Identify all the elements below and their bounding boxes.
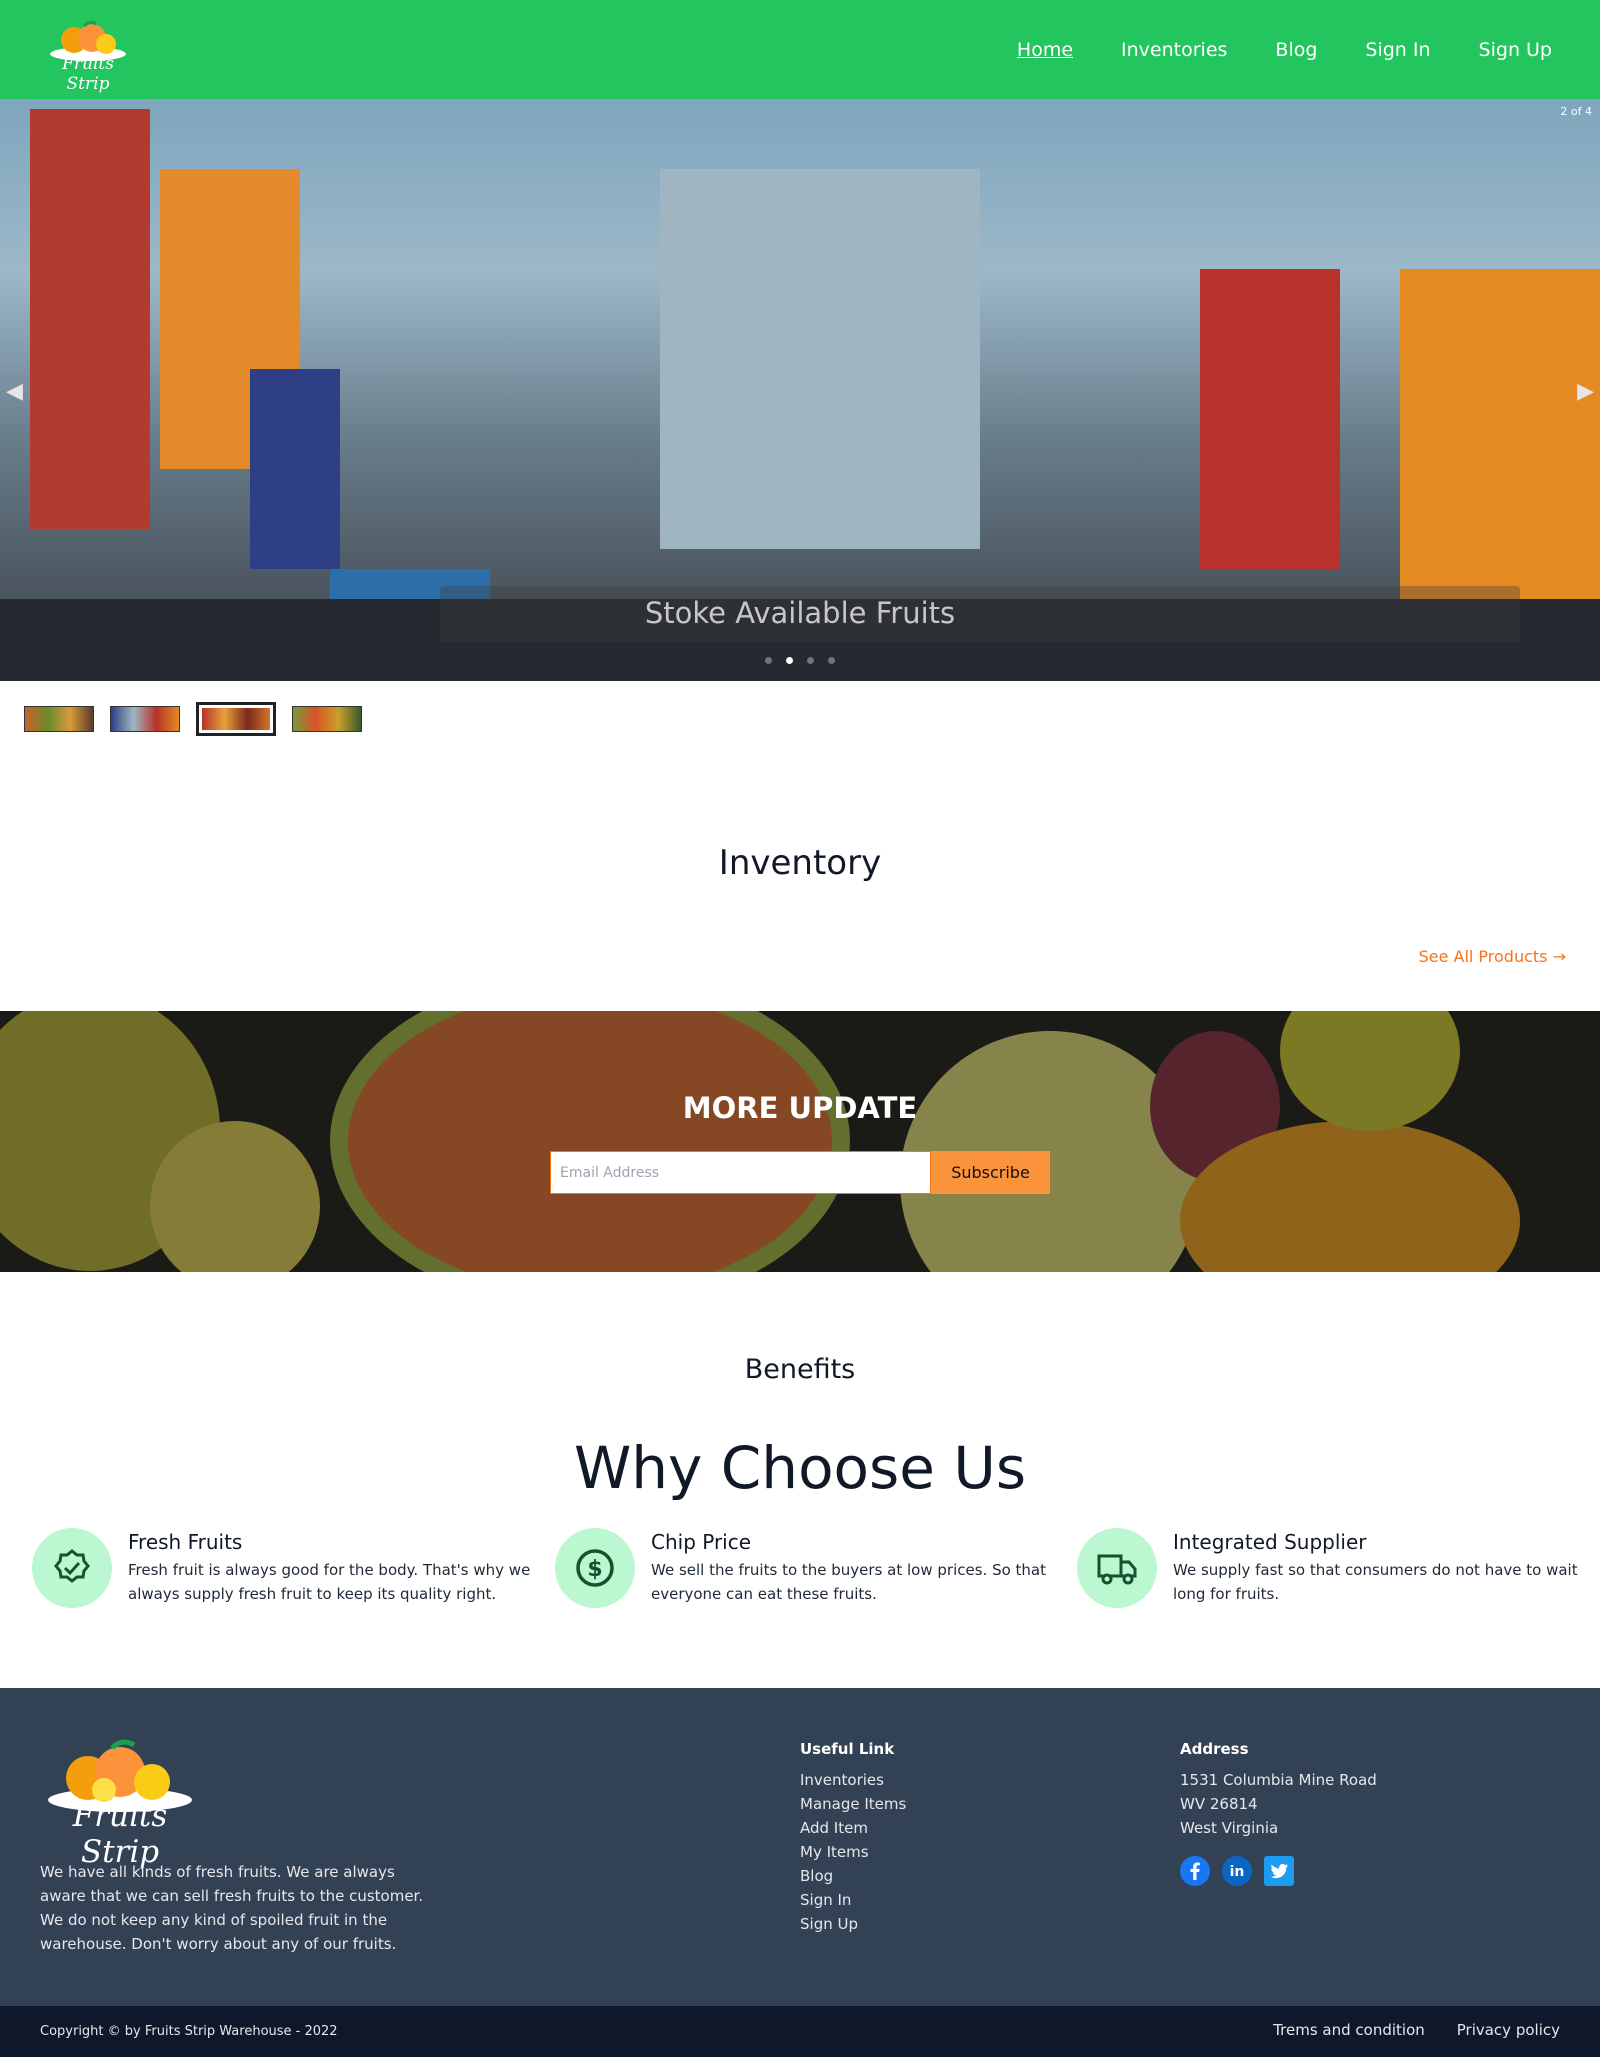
- crate-stack-red-right: [1200, 269, 1340, 569]
- brand-logo[interactable]: Fruits Strip: [44, 18, 132, 94]
- nav-sign-in[interactable]: Sign In: [1365, 39, 1430, 61]
- email-input[interactable]: [550, 1151, 931, 1194]
- benefit-title: Integrated Supplier: [1173, 1530, 1367, 1554]
- thumbnail-1[interactable]: [24, 706, 94, 732]
- benefits-eyebrow: Benefits: [744, 1354, 856, 1385]
- inventory-title: Inventory: [718, 843, 882, 883]
- slide-indicators: [0, 657, 1600, 664]
- benefit-title: Fresh Fruits: [128, 1530, 243, 1554]
- terms-link[interactable]: Trems and condition: [1273, 2021, 1425, 2039]
- footer-link-sign-up[interactable]: Sign Up: [800, 1912, 906, 1936]
- footer-link-sign-in[interactable]: Sign In: [800, 1888, 906, 1912]
- nav-blog[interactable]: Blog: [1275, 39, 1317, 61]
- brand-name: Fruits Strip: [62, 54, 114, 94]
- address-title: Address: [1180, 1740, 1249, 1758]
- benefit-description: We supply fast so that consumers do not …: [1173, 1561, 1578, 1603]
- footer-link-blog[interactable]: Blog: [800, 1864, 906, 1888]
- see-all-products-link[interactable]: See All Products →: [1419, 947, 1566, 966]
- slide-thumbnails: [24, 702, 362, 736]
- newsletter-banner: MORE UPDATE Subscribe: [0, 1011, 1600, 1272]
- facebook-icon[interactable]: [1180, 1856, 1210, 1886]
- footer-link-add-item[interactable]: Add Item: [800, 1816, 906, 1840]
- footer-link-my-items[interactable]: My Items: [800, 1840, 906, 1864]
- address-line: WV 26814: [1180, 1795, 1258, 1813]
- truck-icon: [1077, 1528, 1157, 1608]
- prev-slide-button[interactable]: ◀: [6, 379, 23, 404]
- social-links: in: [1180, 1856, 1294, 1886]
- footer-link-manage-items[interactable]: Manage Items: [800, 1792, 906, 1816]
- benefit-chip-price: $ Chip Price We sell the fruits to the b…: [555, 1528, 1065, 1608]
- svg-text:$: $: [587, 1557, 602, 1582]
- slide-dot-4[interactable]: [828, 657, 835, 664]
- copyright-text: Copyright © by Fruits Strip Warehouse - …: [40, 2024, 338, 2039]
- benefit-fresh-fruits: Fresh Fruits Fresh fruit is always good …: [32, 1528, 542, 1608]
- main-nav: Home Inventories Blog Sign In Sign Up: [1017, 0, 1552, 99]
- dollar-circle-icon: $: [555, 1528, 635, 1608]
- thumbnail-3[interactable]: [196, 702, 276, 736]
- slide-dot-1[interactable]: [765, 657, 772, 664]
- crate-stack-orange-right: [1400, 269, 1600, 619]
- privacy-policy-link[interactable]: Privacy policy: [1457, 2021, 1560, 2039]
- why-choose-us-title: Why Choose Us: [573, 1434, 1027, 1502]
- footer-about: We have all kinds of fresh fruits. We ar…: [40, 1863, 424, 1953]
- linkedin-icon[interactable]: in: [1222, 1856, 1252, 1886]
- nav-sign-up[interactable]: Sign Up: [1479, 39, 1552, 61]
- doorway: [660, 169, 980, 549]
- footer-link-inventories[interactable]: Inventories: [800, 1768, 906, 1792]
- subscribe-button[interactable]: Subscribe: [931, 1151, 1050, 1194]
- newsletter-heading: MORE UPDATE: [682, 1091, 918, 1125]
- nav-home[interactable]: Home: [1017, 39, 1073, 61]
- footer-bottom-bar: Copyright © by Fruits Strip Warehouse - …: [0, 2006, 1600, 2057]
- slide-dot-2[interactable]: [786, 657, 793, 664]
- address-line: West Virginia: [1180, 1819, 1279, 1837]
- slide-caption: Stoke Available Fruits: [644, 596, 956, 630]
- banner-overlay: [0, 1011, 1600, 1272]
- benefit-description: We sell the fruits to the buyers at low …: [651, 1561, 1046, 1603]
- site-header: Fruits Strip Home Inventories Blog Sign …: [0, 0, 1600, 99]
- site-footer: Fruits Strip We have all kinds of fresh …: [0, 1688, 1600, 2006]
- thumbnail-4[interactable]: [292, 706, 362, 732]
- next-slide-button[interactable]: ▶: [1577, 379, 1594, 404]
- thumbnail-2[interactable]: [110, 706, 180, 732]
- crate-stack-left: [30, 109, 150, 529]
- slide-counter: 2 of 4: [1560, 105, 1592, 118]
- useful-links-title: Useful Link: [800, 1740, 895, 1758]
- hero-carousel[interactable]: 2 of 4 ◀ ▶ Stoke Available Fruits: [0, 99, 1600, 681]
- svg-text:in: in: [1230, 1864, 1245, 1880]
- subscribe-form: Subscribe: [550, 1151, 1050, 1194]
- nav-inventories[interactable]: Inventories: [1121, 39, 1227, 61]
- twitter-icon[interactable]: [1264, 1856, 1294, 1886]
- useful-links: Inventories Manage Items Add Item My Ite…: [800, 1768, 906, 1936]
- benefit-integrated-supplier: Integrated Supplier We supply fast so th…: [1077, 1528, 1587, 1608]
- footer-logo[interactable]: Fruits Strip: [40, 1738, 200, 1870]
- badge-check-icon: [32, 1528, 112, 1608]
- legal-links: Trems and condition Privacy policy: [1273, 2021, 1560, 2039]
- benefit-description: Fresh fruit is always good for the body.…: [128, 1561, 531, 1603]
- slide-dot-3[interactable]: [807, 657, 814, 664]
- benefit-title: Chip Price: [651, 1530, 752, 1554]
- crate-stack-blue-left: [250, 369, 340, 569]
- address-line: 1531 Columbia Mine Road: [1180, 1771, 1377, 1789]
- address-block: 1531 Columbia Mine Road WV 26814 West Vi…: [1180, 1768, 1377, 1840]
